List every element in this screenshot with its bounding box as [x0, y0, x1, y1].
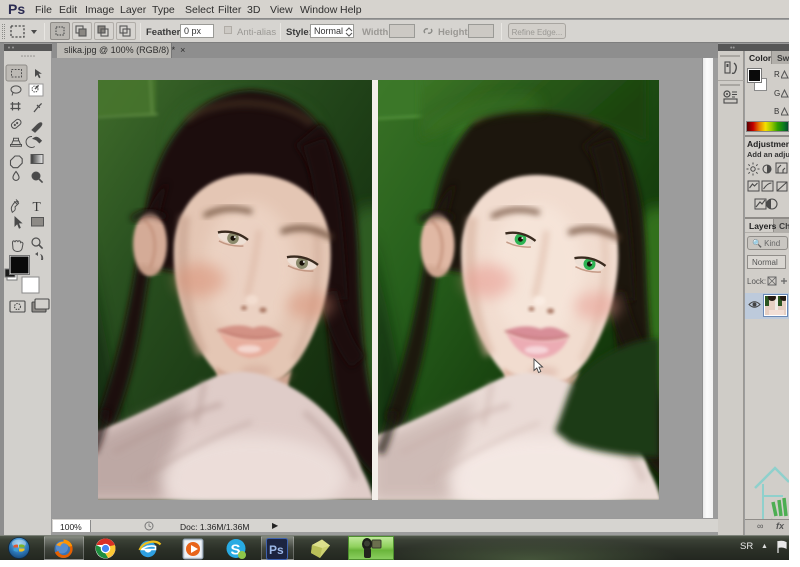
svg-text:T: T: [33, 199, 42, 214]
svg-text:Ps: Ps: [269, 543, 284, 557]
